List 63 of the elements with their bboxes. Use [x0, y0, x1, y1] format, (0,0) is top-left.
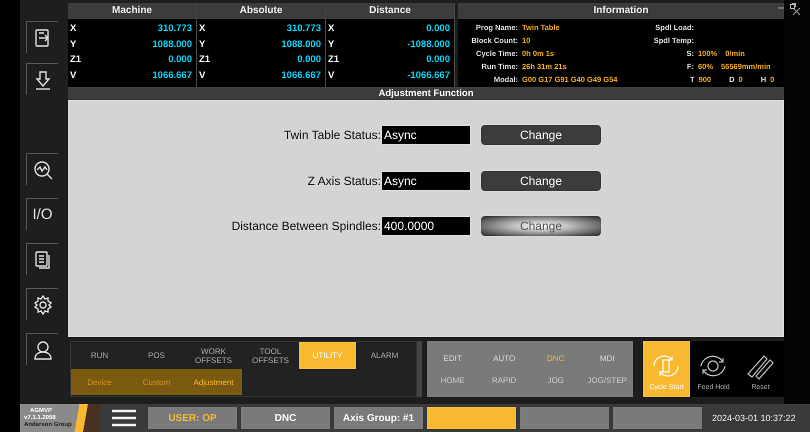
axis-value: 0.000 [168, 53, 192, 67]
axis-label: Z1 [70, 53, 82, 67]
axis-label: V [328, 68, 334, 82]
column-header: Distance [326, 3, 454, 19]
axis-label: X [70, 22, 76, 36]
user-icon [32, 340, 52, 360]
mode-button[interactable]: JOG [530, 369, 582, 391]
axis-value: 1088.000 [281, 38, 321, 52]
axis-value: 1066.667 [281, 68, 321, 82]
axis-value: 0.000 [426, 53, 450, 67]
axis-value: -1066.667 [407, 68, 450, 82]
settings-icon [32, 294, 52, 314]
input-field[interactable]: 400.0000 [382, 217, 470, 235]
tab[interactable]: POS [128, 342, 185, 369]
section-title: Adjustment Function [68, 87, 784, 100]
mode-button[interactable]: EDIT [426, 347, 478, 369]
axis-label: V [199, 68, 206, 82]
field-label: Z Axis Status: [306, 174, 381, 188]
axis-value: -1088.000 [407, 38, 450, 52]
axis-label: X [328, 22, 334, 36]
date-time: 2024-03-01 10:37:22 [712, 413, 796, 423]
change-button[interactable]: Change [481, 216, 601, 236]
column-header: Absolute [197, 3, 325, 19]
axis-label: Y [199, 38, 206, 52]
documents-icon [32, 250, 52, 270]
status-field: USER: OP [148, 407, 237, 429]
axis-label: Y [70, 38, 76, 52]
tab[interactable]: RUN [71, 342, 128, 369]
change-button[interactable]: Change [481, 170, 601, 190]
input-field[interactable]: Async [382, 172, 470, 190]
axis-value: 1066.667 [152, 68, 192, 82]
restore-icon[interactable] [790, 3, 796, 9]
axis-value: 1088.000 [152, 38, 192, 52]
mode-button[interactable]: RAPID [478, 369, 530, 391]
axis-label: Z1 [328, 53, 340, 67]
tab[interactable]: WORK OFFSETS [185, 342, 242, 369]
axis-value: 310.773 [158, 22, 192, 36]
mode-button[interactable]: AUTO [478, 347, 530, 369]
axis-label: Z1 [199, 53, 210, 67]
axis-label: X [199, 22, 206, 36]
subtab[interactable]: Adjustment [185, 369, 242, 395]
status-field: Axis Group: #1 [334, 407, 423, 429]
field-label: Twin Table Status: [282, 128, 381, 142]
axis-label: Y [328, 38, 334, 52]
change-button[interactable]: Change [481, 125, 601, 145]
menu-icon[interactable] [112, 409, 136, 427]
axis-label: V [70, 68, 76, 82]
column-header: Machine [68, 3, 196, 19]
tab[interactable]: ALARM [356, 342, 413, 369]
axis-value: 0.000 [426, 22, 450, 36]
axis-value: 310.773 [286, 22, 321, 36]
magnifier-wave-icon [32, 160, 52, 180]
mode-button[interactable]: HOME [426, 369, 478, 391]
mode-button[interactable]: JOG/STEP [581, 369, 633, 391]
field-label: Distance Between Spindles: [230, 219, 381, 233]
column-header: Information [458, 3, 784, 19]
input-field[interactable]: Async [382, 126, 470, 144]
axis-value: 0.000 [297, 53, 321, 67]
mode-button[interactable]: MDI [581, 347, 633, 369]
status-field: DNC [241, 407, 330, 429]
tab[interactable]: TOOL OFFSETS [242, 342, 299, 369]
io-button[interactable]: I/O [26, 198, 58, 230]
close-icon[interactable] [793, 8, 800, 15]
